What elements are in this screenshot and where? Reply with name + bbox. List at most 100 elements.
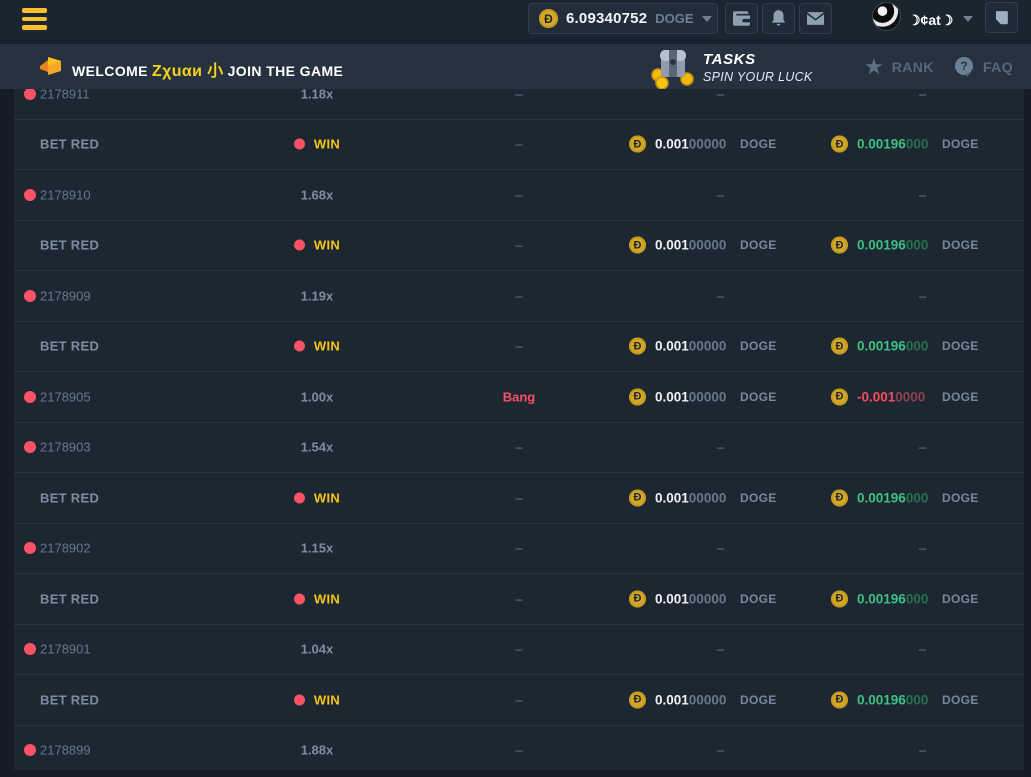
bet-row: BET REDWIN–Đ0.00100000DOGEĐ0.00196000DOG… bbox=[14, 675, 1024, 726]
tasks-subtitle[interactable]: SPIN YOUR LUCK bbox=[703, 70, 813, 84]
result-dot-icon bbox=[24, 391, 36, 403]
game-row[interactable]: 21789091.19x––– bbox=[14, 271, 1024, 322]
bet-currency: DOGE bbox=[740, 390, 777, 404]
status-win: WIN bbox=[314, 339, 340, 354]
game-id: 2178902 bbox=[40, 541, 91, 556]
bet-label: BET RED bbox=[40, 339, 99, 354]
profit-amount: 0.00196000 bbox=[857, 591, 928, 606]
empty-profit: – bbox=[904, 187, 941, 202]
star-icon: ★ bbox=[864, 56, 884, 78]
bet-currency: DOGE bbox=[740, 592, 777, 606]
wallet-button[interactable] bbox=[725, 3, 758, 34]
profit-amount-main: 0.00196 bbox=[857, 238, 906, 253]
bet-label: BET RED bbox=[40, 238, 99, 253]
bet-currency: DOGE bbox=[740, 339, 777, 353]
bet-amount-main: 0.001 bbox=[655, 692, 689, 707]
bet-currency: DOGE bbox=[740, 693, 777, 707]
empty-profit: – bbox=[904, 288, 941, 303]
tasks-chest-icon[interactable] bbox=[646, 41, 698, 93]
profit-amount-muted: 000 bbox=[906, 137, 929, 152]
rank-button[interactable]: ★ RANK bbox=[864, 44, 934, 89]
profit-amount: 0.00196000 bbox=[857, 238, 928, 253]
empty-profit: – bbox=[904, 642, 941, 657]
bet-amount-muted: 00000 bbox=[689, 339, 727, 354]
bet-amount-main: 0.001 bbox=[655, 137, 689, 152]
doge-coin-icon: Đ bbox=[831, 691, 848, 708]
empty-status: – bbox=[454, 238, 584, 253]
game-row[interactable]: 21789011.04x––– bbox=[14, 625, 1024, 676]
profit-amount-muted: 0000 bbox=[895, 389, 925, 404]
bet-amount: 0.00100000 bbox=[655, 692, 726, 707]
tasks-title[interactable]: TASKS bbox=[703, 51, 756, 68]
bet-amount-main: 0.001 bbox=[655, 490, 689, 505]
bet-amount-muted: 00000 bbox=[689, 389, 727, 404]
bet-label: BET RED bbox=[40, 137, 99, 152]
status-win-group: WIN bbox=[252, 591, 382, 606]
win-dot-icon bbox=[294, 139, 305, 150]
bet-amount: 0.00100000 bbox=[655, 137, 726, 152]
game-row[interactable]: 21789051.00xBangĐ0.00100000DOGEĐ-0.00100… bbox=[14, 372, 1024, 423]
bet-amount-muted: 00000 bbox=[689, 591, 727, 606]
bet-amount-muted: 00000 bbox=[689, 137, 727, 152]
messages-button[interactable] bbox=[799, 3, 832, 34]
doge-coin-icon: Đ bbox=[831, 237, 848, 254]
multiplier: 1.19x bbox=[252, 288, 382, 303]
chevron-down-icon bbox=[702, 16, 712, 22]
game-id: 2178909 bbox=[40, 288, 91, 303]
bets-table: 21789111.18x–––BET REDWIN–Đ0.00100000DOG… bbox=[14, 89, 1024, 770]
bet-amount-main: 0.001 bbox=[655, 591, 689, 606]
game-row[interactable]: 21789101.68x––– bbox=[14, 170, 1024, 221]
profit-amount-muted: 000 bbox=[906, 490, 929, 505]
chat-toggle-button[interactable] bbox=[985, 2, 1018, 33]
empty-profit: – bbox=[904, 89, 941, 101]
empty-status: – bbox=[454, 591, 584, 606]
result-dot-icon bbox=[24, 189, 36, 201]
status-win-group: WIN bbox=[252, 238, 382, 253]
empty-bet: – bbox=[702, 440, 739, 455]
empty-bet: – bbox=[702, 187, 739, 202]
profit-amount-main: 0.00196 bbox=[857, 137, 906, 152]
game-row[interactable]: 21789021.15x––– bbox=[14, 524, 1024, 575]
result-dot-icon bbox=[24, 643, 36, 655]
empty-status: – bbox=[454, 490, 584, 505]
profit-amount: 0.00196000 bbox=[857, 490, 928, 505]
status-win: WIN bbox=[314, 692, 340, 707]
bet-amount: 0.00100000 bbox=[655, 238, 726, 253]
profit-amount-main: 0.00196 bbox=[857, 490, 906, 505]
empty-status: – bbox=[454, 187, 584, 202]
win-dot-icon bbox=[294, 341, 305, 352]
profit-amount-muted: 000 bbox=[906, 591, 929, 606]
doge-coin-icon: Đ bbox=[831, 489, 848, 506]
empty-profit: – bbox=[904, 440, 941, 455]
doge-coin-icon: Đ bbox=[629, 237, 646, 254]
result-dot-icon bbox=[24, 542, 36, 554]
win-dot-icon bbox=[294, 694, 305, 705]
top-username[interactable]: ☽¢at☽ bbox=[908, 12, 953, 29]
empty-status: – bbox=[454, 642, 584, 657]
faq-button[interactable]: ? FAQ bbox=[953, 44, 1013, 89]
game-row[interactable]: 21789031.54x––– bbox=[14, 423, 1024, 474]
bet-amount-muted: 00000 bbox=[689, 238, 727, 253]
empty-bet: – bbox=[702, 89, 739, 101]
game-row[interactable]: 21789111.18x––– bbox=[14, 89, 1024, 120]
bet-currency: DOGE bbox=[740, 137, 777, 151]
help-icon: ? bbox=[953, 56, 975, 78]
bet-currency: DOGE bbox=[740, 491, 777, 505]
svg-text:?: ? bbox=[960, 59, 967, 73]
game-id: 2178901 bbox=[40, 642, 91, 657]
empty-status: – bbox=[454, 541, 584, 556]
empty-status: – bbox=[454, 339, 584, 354]
multiplier: 1.00x bbox=[252, 389, 382, 404]
notifications-button[interactable] bbox=[762, 3, 795, 34]
profit-currency: DOGE bbox=[942, 592, 979, 606]
empty-profit: – bbox=[904, 541, 941, 556]
profit-amount: 0.00196000 bbox=[857, 137, 928, 152]
profit-currency: DOGE bbox=[942, 390, 979, 404]
empty-status: – bbox=[454, 89, 584, 101]
hamburger-menu-button[interactable] bbox=[22, 8, 47, 30]
game-id: 2178899 bbox=[40, 743, 91, 758]
avatar[interactable] bbox=[872, 2, 901, 31]
doge-coin-icon: Đ bbox=[831, 338, 848, 355]
game-row[interactable]: 21788991.88x––– bbox=[14, 726, 1024, 771]
balance-selector[interactable]: Đ 6.09340752 DOGE bbox=[528, 3, 718, 34]
